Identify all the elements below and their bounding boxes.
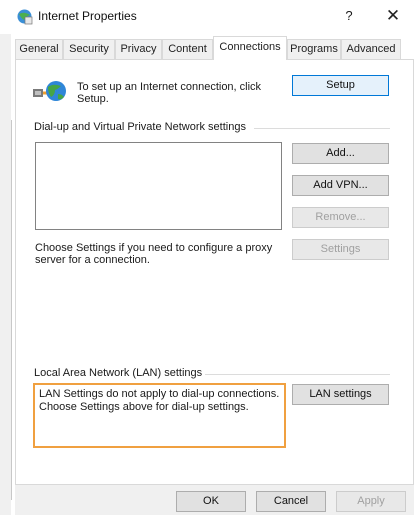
lan-info-line: Choose Settings above for dial-up settin… <box>39 401 249 413</box>
background-strip <box>0 34 11 515</box>
tab-general[interactable]: General <box>15 39 63 59</box>
settings-button: Settings <box>292 239 389 260</box>
tab-programs[interactable]: Programs <box>287 39 341 59</box>
lan-group-label: Local Area Network (LAN) settings <box>34 367 203 379</box>
group-divider <box>205 374 390 375</box>
group-divider <box>254 128 390 129</box>
ok-button[interactable]: OK <box>176 491 246 512</box>
lan-info-box: LAN Settings do not apply to dial-up con… <box>33 383 286 448</box>
window-title: Internet Properties <box>38 9 137 23</box>
connections-list[interactable] <box>35 142 282 230</box>
lan-info-line: LAN Settings do not apply to dial-up con… <box>39 388 280 400</box>
close-button[interactable]: ✕ <box>380 5 406 27</box>
cancel-button[interactable]: Cancel <box>256 491 326 512</box>
setup-button[interactable]: Setup <box>292 75 389 96</box>
tab-connections[interactable]: Connections <box>213 36 287 60</box>
proxy-description: Choose Settings if you need to configure… <box>35 242 273 266</box>
dialup-group-label: Dial-up and Virtual Private Network sett… <box>34 121 246 133</box>
tab-content[interactable]: Content <box>162 39 213 59</box>
help-button[interactable]: ? <box>338 6 360 26</box>
tab-security[interactable]: Security <box>63 39 115 59</box>
remove-button: Remove... <box>292 207 389 228</box>
add-vpn-button[interactable]: Add VPN... <box>292 175 389 196</box>
tab-advanced[interactable]: Advanced <box>341 39 401 59</box>
globe-connection-icon <box>33 78 67 108</box>
tab-privacy[interactable]: Privacy <box>115 39 162 59</box>
setup-description: To set up an Internet connection, click … <box>77 81 262 105</box>
add-button[interactable]: Add... <box>292 143 389 164</box>
background-divider <box>11 120 12 500</box>
lan-settings-button[interactable]: LAN settings <box>292 384 389 405</box>
internet-options-icon <box>16 8 33 25</box>
apply-button: Apply <box>336 491 406 512</box>
